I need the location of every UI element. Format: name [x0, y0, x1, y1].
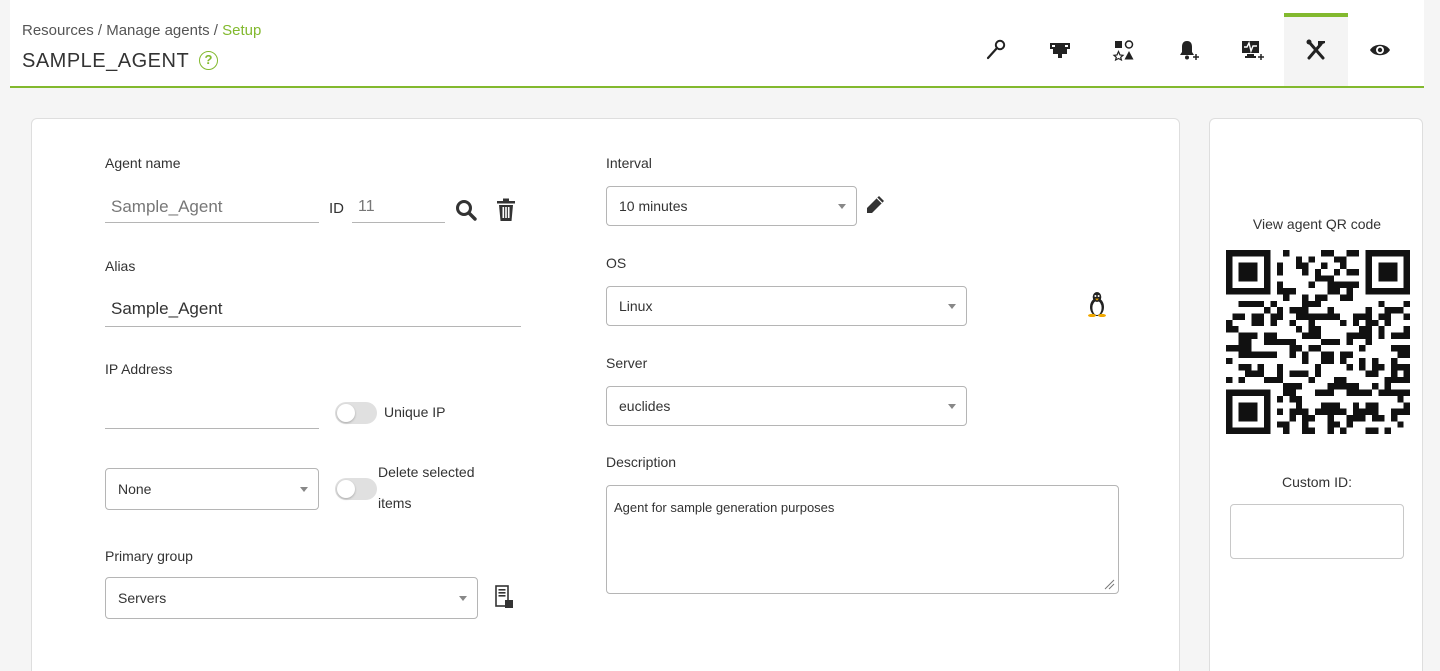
page-header: Resources / Manage agents / Setup SAMPLE…: [10, 0, 1424, 88]
trash-icon: [497, 198, 515, 221]
network-icon: [1050, 42, 1070, 58]
ip-list-select-value: None: [118, 481, 152, 497]
qr-panel: View agent QR code Custom ID:: [1209, 118, 1423, 671]
qr-label[interactable]: View agent QR code: [1210, 216, 1424, 232]
tab-network[interactable]: [1028, 13, 1092, 86]
help-icon[interactable]: ?: [199, 51, 219, 70]
delete-selected-toggle[interactable]: [335, 478, 377, 500]
delete-agent-button[interactable]: [495, 197, 517, 223]
chevron-down-icon: [300, 487, 308, 492]
custom-id-label: Custom ID:: [1281, 474, 1352, 490]
unique-ip-label: Unique IP: [384, 404, 446, 420]
tab-manage[interactable]: [964, 13, 1028, 86]
group-details-icon: [495, 585, 513, 608]
breadcrumb-current[interactable]: Setup: [222, 22, 261, 39]
os-select[interactable]: Linux: [606, 286, 967, 326]
group-details-button[interactable]: [492, 583, 516, 611]
monitor-icon: [1242, 40, 1264, 60]
alias-input[interactable]: [105, 292, 521, 327]
interval-select[interactable]: 10 minutes: [606, 186, 857, 226]
id-label: ID: [329, 200, 344, 217]
delete-selected-label-line2: items: [378, 495, 412, 511]
server-label: Server: [606, 355, 648, 371]
unique-ip-toggle[interactable]: [335, 402, 377, 424]
page-title: SAMPLE_AGENT: [22, 50, 190, 72]
os-select-value: Linux: [619, 298, 653, 314]
ip-address-label: IP Address: [105, 361, 173, 377]
interval-select-value: 10 minutes: [619, 198, 688, 214]
tab-modules[interactable]: [1092, 13, 1156, 86]
chevron-down-icon: [459, 596, 467, 601]
linux-icon: [1086, 290, 1108, 318]
breadcrumb-manage-agents[interactable]: Manage agents: [106, 22, 209, 39]
server-select-value: euclides: [619, 398, 671, 414]
description-label: Description: [606, 454, 677, 470]
agent-name-label: Agent name: [105, 155, 181, 171]
tab-alerts[interactable]: [1156, 13, 1220, 86]
primary-group-select-value: Servers: [118, 590, 167, 606]
chevron-down-icon: [948, 404, 956, 409]
server-select[interactable]: euclides: [606, 386, 967, 426]
modules-icon: [1112, 39, 1134, 61]
tab-bar: [964, 13, 1412, 86]
os-label: OS: [606, 255, 627, 271]
wrench-key-icon: [986, 39, 1006, 59]
description-textarea[interactable]: Agent for sample generation purposes: [606, 485, 1119, 594]
alias-label: Alias: [105, 258, 136, 274]
interval-label: Interval: [606, 155, 652, 171]
chevron-down-icon: [838, 204, 846, 209]
tab-setup[interactable]: [1284, 13, 1348, 86]
breadcrumb: Resources / Manage agents / Setup: [22, 22, 261, 39]
bell-icon: [1180, 40, 1199, 60]
search-agent-button[interactable]: [453, 197, 479, 223]
id-input[interactable]: [352, 191, 445, 223]
primary-group-label: Primary group: [105, 548, 193, 564]
tab-view[interactable]: [1348, 13, 1412, 86]
breadcrumb-resources[interactable]: Resources: [22, 22, 94, 39]
qr-code[interactable]: [1226, 250, 1410, 434]
breadcrumb-separator: /: [93, 22, 107, 39]
toggle-knob: [337, 404, 355, 422]
eye-icon: [1370, 44, 1390, 55]
breadcrumb-separator: /: [209, 22, 223, 39]
primary-group-select[interactable]: Servers: [105, 577, 478, 619]
chevron-down-icon: [948, 304, 956, 309]
agent-setup-form: Agent name ID Alias IP Address Unique IP…: [31, 118, 1180, 671]
tab-monitoring[interactable]: [1220, 13, 1284, 86]
resize-grip-icon[interactable]: [1103, 578, 1115, 590]
toggle-knob: [337, 480, 355, 498]
delete-selected-label-line1: Delete selected: [378, 464, 475, 480]
ip-list-select[interactable]: None: [105, 468, 319, 510]
edit-interval-button[interactable]: [863, 193, 887, 217]
agent-name-input[interactable]: [105, 191, 319, 223]
page-title-row: SAMPLE_AGENT?: [22, 50, 219, 73]
search-icon: [456, 200, 477, 221]
custom-id-input[interactable]: [1230, 504, 1404, 559]
pencil-icon: [867, 196, 884, 213]
tools-icon: [1306, 39, 1325, 59]
ip-address-input[interactable]: [105, 397, 319, 429]
